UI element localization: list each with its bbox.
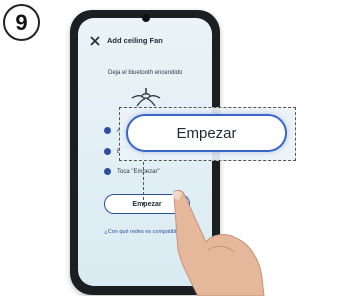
instruction-step: Toca "Empezar" bbox=[104, 168, 160, 175]
instruction-step-label: Toca "Empezar" bbox=[117, 168, 160, 175]
step-dot-icon bbox=[104, 148, 111, 155]
bluetooth-instruction: Deja el bluetooth encendido bbox=[108, 70, 183, 76]
start-button-zoomed[interactable]: Empezar bbox=[126, 114, 287, 152]
finger-hand-illustration bbox=[172, 189, 265, 296]
screen-title: Add ceiling Fan bbox=[107, 36, 163, 45]
step-dot-icon bbox=[104, 168, 111, 175]
close-icon[interactable] bbox=[90, 36, 100, 46]
camera-notch bbox=[142, 14, 150, 22]
step-dot-icon bbox=[104, 127, 111, 134]
step-number-badge: 9 bbox=[3, 4, 40, 41]
